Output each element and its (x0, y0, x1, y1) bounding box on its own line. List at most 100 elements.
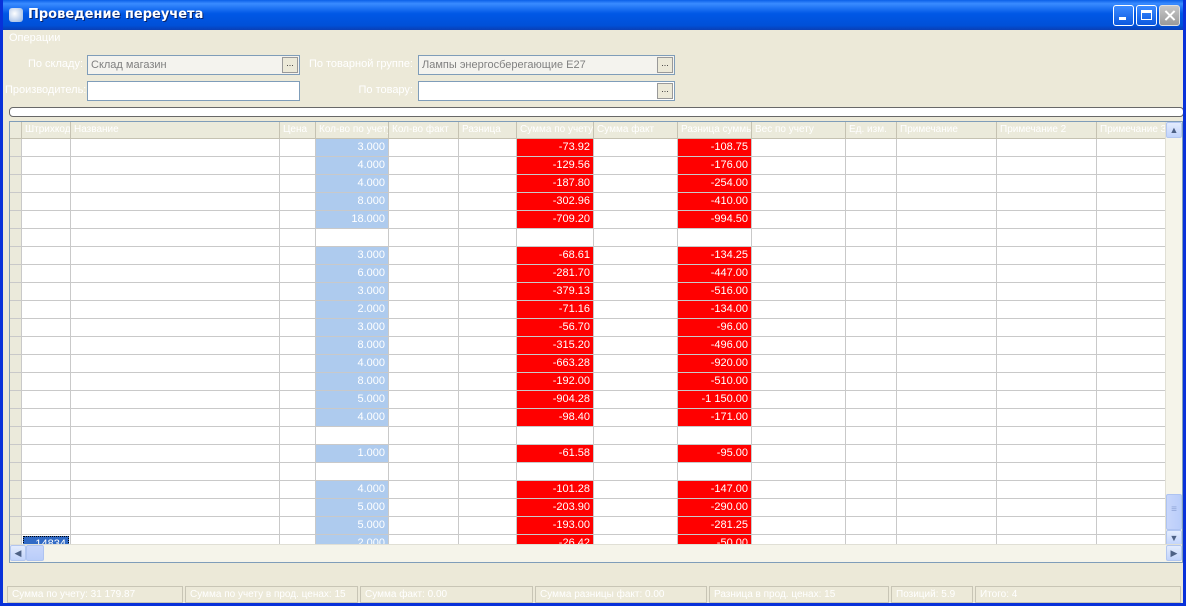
grid-cell[interactable] (280, 481, 316, 498)
grid-cell[interactable] (997, 481, 1097, 498)
grid-cell[interactable] (280, 229, 316, 246)
grid-cell[interactable] (752, 373, 846, 390)
grid-cell[interactable] (594, 463, 678, 480)
grid-cell[interactable] (846, 229, 897, 246)
grid-cell[interactable] (1097, 157, 1168, 174)
sum-diff-cell[interactable]: -203.90 (517, 499, 594, 516)
grid-cell[interactable] (389, 301, 459, 318)
grid-cell[interactable] (846, 319, 897, 336)
grid-cell[interactable] (594, 193, 678, 210)
row-indicator[interactable] (10, 391, 22, 408)
grid-cell[interactable] (280, 157, 316, 174)
table-row[interactable]: 4.000 -663.28 -920.00 (10, 355, 1168, 373)
grid-cell[interactable] (280, 373, 316, 390)
grid-cell[interactable] (459, 337, 517, 354)
minimize-button[interactable] (1113, 5, 1134, 26)
grid-cell[interactable] (997, 139, 1097, 156)
grid-cell[interactable] (752, 319, 846, 336)
grid-cell[interactable] (1097, 373, 1168, 390)
grid-cell[interactable] (389, 157, 459, 174)
qty-cell[interactable]: 3.000 (316, 247, 389, 264)
row-indicator[interactable] (10, 247, 22, 264)
qty-cell[interactable]: 4.000 (316, 157, 389, 174)
grid-cell[interactable] (1097, 355, 1168, 372)
qty-cell[interactable]: 1.000 (316, 445, 389, 462)
grid-cell[interactable] (997, 427, 1097, 444)
grid-cell[interactable] (71, 481, 280, 498)
grid-cell[interactable] (752, 517, 846, 534)
scroll-right-button[interactable]: ▶ (1166, 545, 1182, 561)
table-row[interactable]: 8.000 -302.96 -410.00 (10, 193, 1168, 211)
sale-diff-cell[interactable]: -290.00 (678, 499, 752, 516)
column-header[interactable]: Название (71, 122, 280, 138)
grid-cell[interactable] (752, 337, 846, 354)
grid-cell[interactable] (280, 283, 316, 300)
grid-cell[interactable] (71, 211, 280, 228)
grid-cell[interactable] (752, 229, 846, 246)
grid-cell[interactable] (459, 301, 517, 318)
grid-cell[interactable] (280, 319, 316, 336)
grid-cell[interactable] (897, 139, 997, 156)
sale-diff-cell[interactable]: -171.00 (678, 409, 752, 426)
grid-cell[interactable] (752, 481, 846, 498)
qty-cell[interactable]: 4.000 (316, 481, 389, 498)
table-row[interactable]: 5.000 -904.28 -1 150.00 (10, 391, 1168, 409)
grid-cell[interactable] (389, 283, 459, 300)
grid-cell[interactable] (1097, 481, 1168, 498)
sale-diff-cell[interactable]: -510.00 (678, 373, 752, 390)
grid-cell[interactable] (594, 211, 678, 228)
sum-diff-cell[interactable]: -192.00 (517, 373, 594, 390)
grid-cell[interactable] (997, 175, 1097, 192)
qty-cell[interactable]: 8.000 (316, 193, 389, 210)
menu-operations[interactable]: Операции (9, 32, 60, 44)
column-header[interactable]: Примечание 2 (997, 122, 1097, 138)
grid-cell[interactable] (897, 481, 997, 498)
grid-cell[interactable] (846, 445, 897, 462)
qty-cell[interactable]: 5.000 (316, 499, 389, 516)
grid-cell[interactable] (71, 409, 280, 426)
grid-cell[interactable] (997, 373, 1097, 390)
row-indicator[interactable] (10, 265, 22, 282)
qty-cell[interactable]: 5.000 (316, 391, 389, 408)
qty-cell[interactable]: 2.000 (316, 301, 389, 318)
table-row[interactable]: 2.000 -71.16 -134.00 (10, 301, 1168, 319)
inventory-grid[interactable]: Штрихкод Название Цена Кол-во по учету Кол-в… (9, 121, 1183, 563)
table-row[interactable] (10, 463, 1168, 481)
sale-diff-cell[interactable]: -281.25 (678, 517, 752, 534)
grid-cell[interactable] (1097, 391, 1168, 408)
grid-cell[interactable] (71, 391, 280, 408)
grid-cell[interactable] (280, 139, 316, 156)
grid-cell[interactable] (997, 301, 1097, 318)
row-indicator[interactable] (10, 139, 22, 156)
qty-cell[interactable]: 4.000 (316, 355, 389, 372)
grid-cell[interactable] (280, 517, 316, 534)
grid-cell[interactable] (897, 445, 997, 462)
grid-cell[interactable] (846, 265, 897, 282)
grid-cell[interactable] (846, 283, 897, 300)
row-indicator[interactable] (10, 193, 22, 210)
grid-cell[interactable] (897, 193, 997, 210)
barcode-cell[interactable] (22, 409, 71, 426)
grid-cell[interactable] (389, 247, 459, 264)
grid-cell[interactable] (459, 247, 517, 264)
grid-cell[interactable] (280, 211, 316, 228)
sum-diff-cell[interactable]: -61.58 (517, 445, 594, 462)
barcode-cell[interactable] (22, 301, 71, 318)
column-header[interactable]: Штрихкод (22, 122, 71, 138)
grid-cell[interactable] (752, 301, 846, 318)
grid-cell[interactable] (594, 283, 678, 300)
grid-cell[interactable] (280, 301, 316, 318)
grid-cell[interactable] (997, 157, 1097, 174)
table-row[interactable]: 8.000 -192.00 -510.00 (10, 373, 1168, 391)
grid-cell[interactable] (594, 337, 678, 354)
grid-cell[interactable] (389, 319, 459, 336)
barcode-cell[interactable] (22, 391, 71, 408)
table-row[interactable]: 1.000 -61.58 -95.00 (10, 445, 1168, 463)
grid-cell[interactable] (846, 409, 897, 426)
grid-cell[interactable] (389, 499, 459, 516)
barcode-cell[interactable] (22, 247, 71, 264)
grid-cell[interactable] (846, 139, 897, 156)
grid-cell[interactable] (1097, 499, 1168, 516)
barcode-cell[interactable] (22, 265, 71, 282)
grid-cell[interactable] (389, 481, 459, 498)
